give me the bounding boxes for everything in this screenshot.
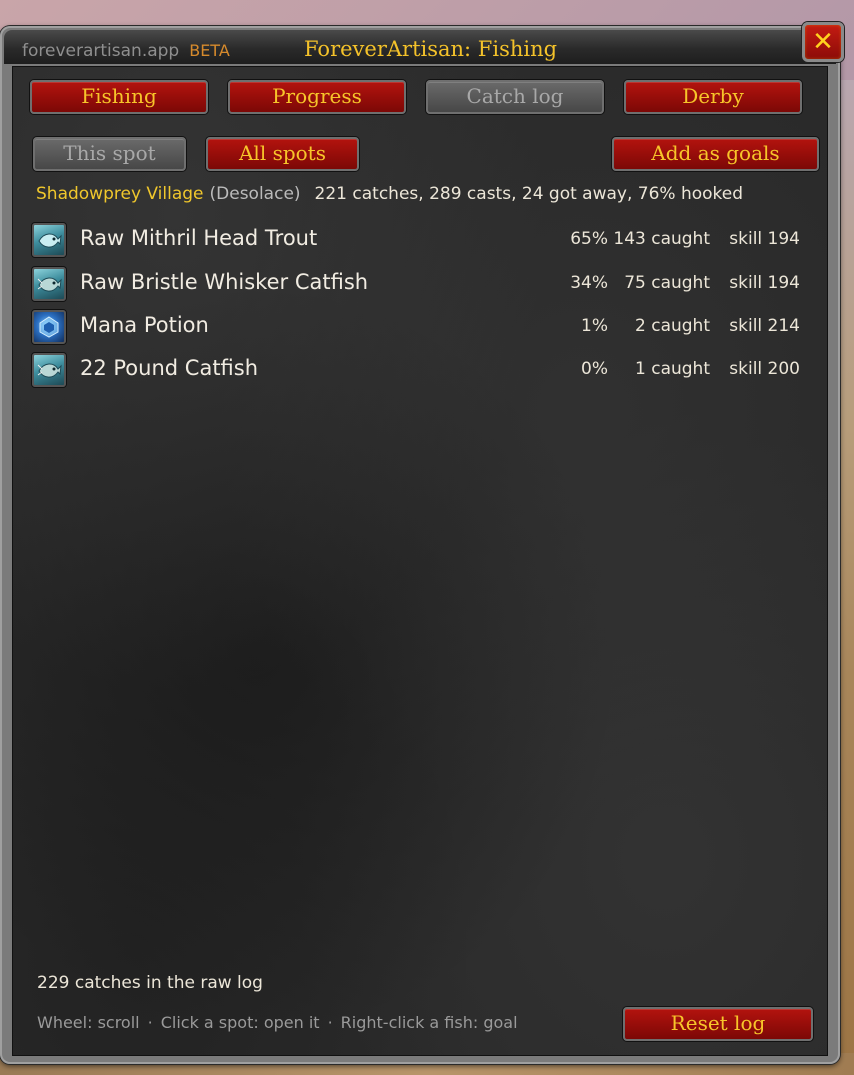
close-icon: ✕ [812, 27, 834, 57]
tab-progress[interactable]: Progress [228, 80, 406, 114]
tab-catch-log-label: Catch log [466, 84, 564, 108]
hint-scroll: Wheel: scroll [37, 1013, 140, 1032]
catch-name: Mana Potion [80, 313, 209, 337]
hint-goal: Right-click a fish: goal [340, 1013, 518, 1032]
hint-text: Wheel: scroll · Click a spot: open it · Righ… [37, 1013, 518, 1032]
hint-separator: · [327, 1013, 333, 1032]
spot-zone: (Desolace) [209, 184, 301, 204]
catch-skill: skill 214 [729, 316, 800, 336]
site-label: foreverartisan.app BETA [22, 41, 230, 61]
site-name: foreverartisan.app [22, 41, 180, 61]
spot-stats: 221 catches, 289 casts, 24 got away, 76%… [314, 184, 744, 204]
catch-count: 75 caught [624, 273, 710, 293]
title-bar[interactable]: foreverartisan.app BETA ForeverArtisan: F… [4, 30, 836, 64]
catch-percent: 1% [581, 316, 608, 336]
catch-name: Raw Bristle Whisker Catfish [80, 270, 369, 294]
potion-icon [32, 310, 66, 344]
catch-percent: 34% [570, 273, 608, 293]
reset-log-button[interactable]: Reset log [623, 1007, 813, 1041]
catch-percent: 65% [570, 229, 608, 249]
fishing-window: foreverartisan.app BETA ForeverArtisan: F… [0, 22, 844, 1064]
spot-summary[interactable]: Shadowprey Village (Desolace) 221 catches,… [36, 184, 743, 204]
catch-skill: skill 194 [729, 273, 800, 293]
reset-log-label: Reset log [670, 1011, 766, 1035]
all-spots-label: All spots [238, 141, 326, 165]
tab-progress-label: Progress [272, 84, 362, 108]
catch-name: 22 Pound Catfish [80, 356, 259, 380]
catch-skill: skill 194 [729, 229, 800, 249]
content-panel [12, 66, 828, 1056]
tab-derby-label: Derby [682, 84, 744, 108]
add-as-goals-label: Add as goals [651, 141, 780, 165]
close-button[interactable]: ✕ [802, 22, 844, 62]
catch-percent: 0% [581, 359, 608, 379]
hint-spot: Click a spot: open it [160, 1013, 320, 1032]
fish-icon [32, 267, 66, 301]
catch-count: 143 caught [613, 229, 710, 249]
add-as-goals-button[interactable]: Add as goals [612, 137, 819, 171]
all-spots-button[interactable]: All spots [206, 137, 359, 171]
hint-separator: · [147, 1013, 153, 1032]
catch-count: 2 caught [635, 316, 710, 336]
catch-row[interactable]: Raw Bristle Whisker Catfish 34% 75 caugh… [32, 267, 802, 303]
beta-badge: BETA [189, 41, 230, 60]
tab-derby[interactable]: Derby [624, 80, 802, 114]
window-title: ForeverArtisan: Fishing [304, 37, 558, 61]
catch-name: Raw Mithril Head Trout [80, 226, 318, 250]
catch-count: 1 caught [635, 359, 710, 379]
catch-row[interactable]: 22 Pound Catfish 0% 1 caught skill 200 [32, 353, 802, 389]
tab-fishing-label: Fishing [81, 84, 157, 108]
catch-row[interactable]: Mana Potion 1% 2 caught skill 214 [32, 310, 802, 346]
tab-catch-log[interactable]: Catch log [426, 80, 604, 114]
spot-name: Shadowprey Village [36, 184, 204, 204]
catch-row[interactable]: Raw Mithril Head Trout 65% 143 caught sk… [32, 223, 802, 259]
fish-icon [32, 353, 66, 387]
fish-icon [32, 223, 66, 257]
raw-log-count: 229 catches in the raw log [37, 973, 263, 993]
this-spot-label: This spot [63, 141, 156, 165]
this-spot-button[interactable]: This spot [33, 137, 186, 171]
tab-fishing[interactable]: Fishing [30, 80, 208, 114]
catch-skill: skill 200 [729, 359, 800, 379]
